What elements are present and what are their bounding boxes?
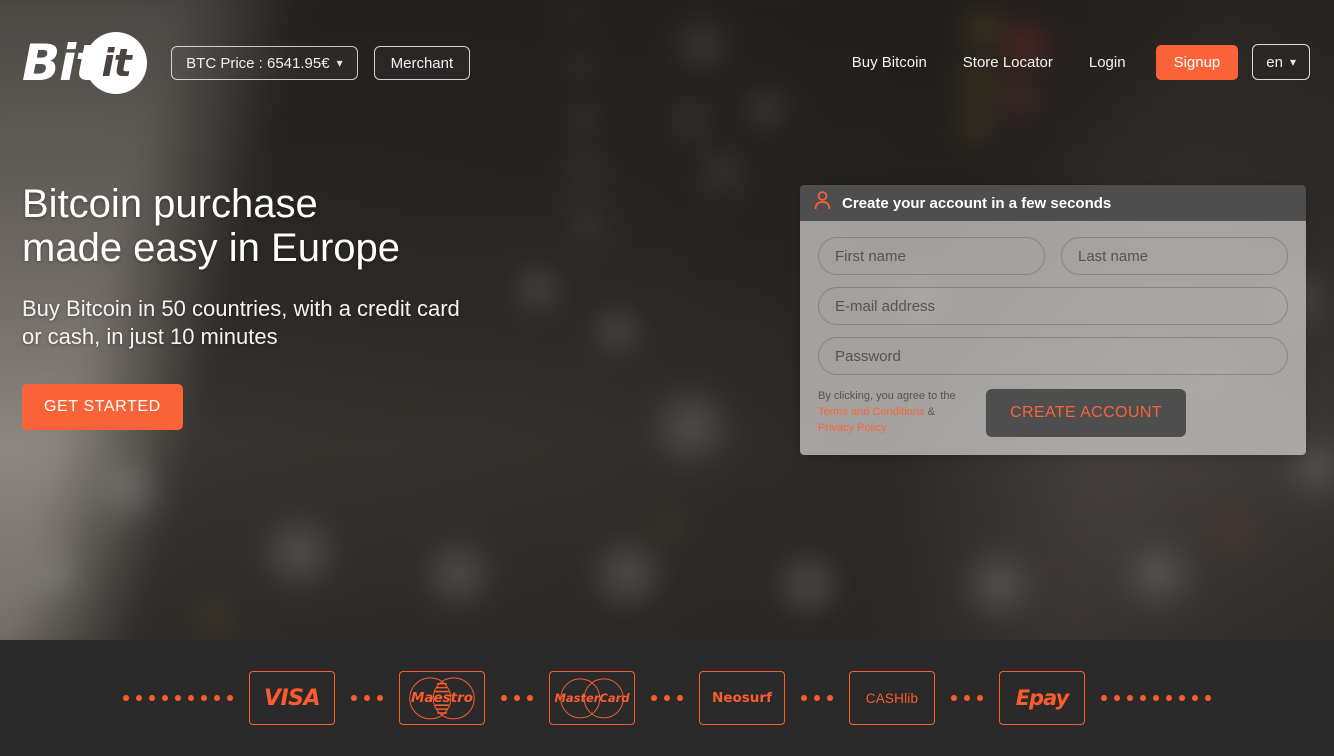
payment-logo-epay[interactable]: Epay [999,671,1085,725]
dot-separator-5 [935,695,999,701]
site-logo[interactable]: Bit it [22,30,148,96]
merchant-button[interactable]: Merchant [373,46,471,80]
user-icon [814,191,831,215]
site-header: Bit it BTC Price : 6541.95€ ▾ Merchant B… [0,0,1334,122]
email-field-row [818,287,1288,325]
password-field-row [818,337,1288,375]
hero-title-line-1: Bitcoin purchase [22,182,318,226]
payment-logo-cashlib[interactable]: CASHlib [849,671,935,725]
header-left-group: Bit it BTC Price : 6541.95€ ▾ Merchant [0,0,471,96]
nav-item-login[interactable]: Login [1071,54,1144,71]
cashlib-logo-text: CASHlib [865,690,919,706]
terms-separator: & [924,406,935,419]
payment-logo-neosurf[interactable]: Neosurf [699,671,785,725]
maestro-logo-text: Maestro [410,690,474,706]
hero-subtitle-line-2: or cash, in just 10 minutes [22,323,278,349]
chevron-down-icon: ▾ [1289,55,1296,69]
chevron-down-icon: ▾ [336,56,343,70]
hero-title: Bitcoin purchase made easy in Europe [22,182,722,270]
header-nav-group: Buy Bitcoin Store Locator Login Signup e… [834,0,1334,80]
visa-logo-text: VISA [263,685,321,711]
terms-text: By clicking, you agree to the Terms and … [818,389,968,437]
payment-logo-mastercard[interactable]: MasterCard [549,671,635,725]
logo-badge-text: it [101,41,132,85]
mastercard-logo-text: MasterCard [554,691,630,705]
merchant-label: Merchant [390,54,454,72]
hero-subtitle-line-1: Buy Bitcoin in 50 countries, with a cred… [22,296,460,321]
signup-button[interactable]: Signup [1155,44,1239,80]
language-selector[interactable]: en ▾ [1252,44,1310,80]
payment-logo-maestro[interactable]: Maestro [399,671,485,725]
neosurf-logo-text: Neosurf [712,690,772,706]
first-name-input[interactable] [818,237,1045,275]
terms-prefix: By clicking, you agree to the [818,390,956,403]
privacy-policy-link[interactable]: Privacy Policy [818,422,886,434]
payment-logo-visa[interactable]: VISA [249,671,335,725]
dot-separator-1 [335,695,399,701]
dot-separator-4 [785,695,849,701]
dot-separator-2 [485,695,549,701]
language-value: en [1266,53,1283,71]
get-started-button[interactable]: GET STARTED [22,384,183,430]
hero-subtitle: Buy Bitcoin in 50 countries, with a cred… [22,295,722,350]
payment-methods-footer: VISA Maestro MasterCard Neosurf CASHlib … [0,640,1334,756]
create-account-button[interactable]: CREATE ACCOUNT [986,389,1186,437]
signup-panel-header: Create your account in a few seconds [800,185,1306,221]
signup-footer-row: By clicking, you agree to the Terms and … [818,389,1288,437]
dot-separator-right [1085,695,1227,701]
hero-copy-block: Bitcoin purchase made easy in Europe Buy… [22,182,722,430]
dot-separator-3 [635,695,699,701]
signup-panel-title: Create your account in a few seconds [842,194,1112,212]
epay-logo-text: Epay [1015,686,1070,710]
btc-price-label: BTC Price : 6541.95€ [186,54,330,72]
password-input[interactable] [818,337,1288,375]
last-name-input[interactable] [1061,237,1288,275]
signup-panel: Create your account in a few seconds By … [800,185,1306,455]
logo-badge-circle: it [85,32,148,94]
nav-item-store-locator[interactable]: Store Locator [945,54,1071,71]
terms-and-conditions-link[interactable]: Terms and Conditions [818,406,924,418]
email-input[interactable] [818,287,1288,325]
btc-price-dropdown[interactable]: BTC Price : 6541.95€ ▾ [171,46,358,80]
nav-item-buy-bitcoin[interactable]: Buy Bitcoin [834,54,945,71]
dot-separator-left [107,695,249,701]
signup-form: By clicking, you agree to the Terms and … [800,221,1306,455]
hero-title-line-2: made easy in Europe [22,226,401,270]
name-fields-row [818,237,1288,275]
